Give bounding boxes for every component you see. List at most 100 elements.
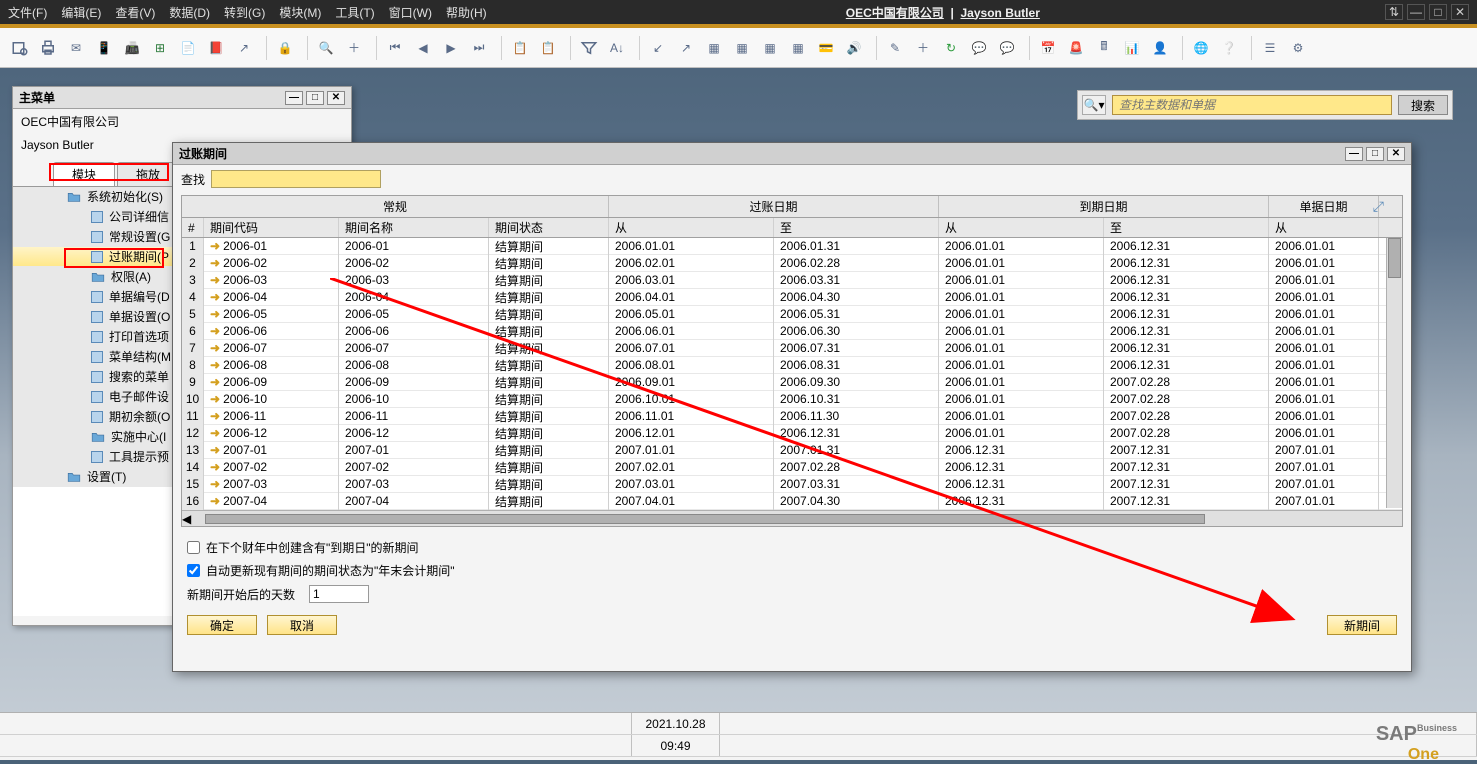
layout-icon[interactable]: ✎ [883,36,907,60]
minimize-icon[interactable]: — [1407,4,1425,20]
col-due-to[interactable]: 至 [1104,218,1269,237]
col-code[interactable]: 期间代码 [204,218,339,237]
col-post-from[interactable]: 从 [609,218,774,237]
find-input[interactable] [211,170,381,188]
col-num[interactable]: # [182,218,204,237]
dialog-minimize-icon[interactable]: — [1345,147,1363,161]
next-icon[interactable]: ▶ [439,36,463,60]
add-icon[interactable]: ＋ [342,36,366,60]
link-arrow-icon[interactable]: ➜ [210,341,220,355]
doc1-icon[interactable]: 📋 [508,36,532,60]
search-input[interactable] [1112,95,1392,115]
cell-code[interactable]: ➜2006-06 [204,322,339,340]
panel-minimize-icon[interactable]: — [285,91,303,105]
tab-dragdrop[interactable]: 拖放 [117,162,179,186]
check-create-next-year[interactable]: 在下个财年中创建含有"到期日"的新期间 [187,539,1397,556]
dialog-maximize-icon[interactable]: □ [1366,147,1384,161]
cell-code[interactable]: ➜2006-02 [204,254,339,272]
word-icon[interactable]: 📄 [176,36,200,60]
new-period-button[interactable]: 新期间 [1327,615,1397,635]
doc2-icon[interactable]: 📋 [536,36,560,60]
alert-icon[interactable]: 🚨 [1064,36,1088,60]
prev-icon[interactable]: ◀ [411,36,435,60]
report4-icon[interactable]: ▦ [786,36,810,60]
link-arrow-icon[interactable]: ➜ [210,443,220,457]
chat2-icon[interactable]: 💬 [995,36,1019,60]
pdf-icon[interactable]: 📕 [204,36,228,60]
table-row[interactable]: 13➜2007-012007-01结算期间2007.01.012007.01.3… [182,442,1402,459]
panel-maximize-icon[interactable]: □ [306,91,324,105]
cell-code[interactable]: ➜2007-02 [204,458,339,476]
table-row[interactable]: 14➜2007-022007-02结算期间2007.02.012007.02.2… [182,459,1402,476]
report2-icon[interactable]: ▦ [730,36,754,60]
report3-icon[interactable]: ▦ [758,36,782,60]
vertical-scrollbar[interactable] [1386,238,1402,508]
menu-goto[interactable]: 转到(G) [224,4,265,21]
sync-icon[interactable]: ⇅ [1385,4,1403,20]
days-input[interactable] [309,585,369,603]
table-row[interactable]: 15➜2007-032007-03结算期间2007.03.012007.03.3… [182,476,1402,493]
preview-icon[interactable] [8,36,32,60]
chat1-icon[interactable]: 💬 [967,36,991,60]
cell-code[interactable]: ➜2006-07 [204,339,339,357]
email-icon[interactable]: ✉ [64,36,88,60]
close-icon[interactable]: ✕ [1451,4,1469,20]
table-row[interactable]: 3➜2006-032006-03结算期间2006.03.012006.03.31… [182,272,1402,289]
launch-icon[interactable]: ↗ [232,36,256,60]
calc-icon[interactable]: 🖩 [1092,36,1116,60]
menu-window[interactable]: 窗口(W) [389,4,432,21]
table-row[interactable]: 1➜2006-012006-01结算期间2006.01.012006.01.31… [182,238,1402,255]
cell-code[interactable]: ➜2006-10 [204,390,339,408]
check-auto-update-status[interactable]: 自动更新现有期间的期间状态为"年末会计期间" [187,562,1397,579]
table-row[interactable]: 8➜2006-082006-08结算期间2006.08.012006.08.31… [182,357,1402,374]
menu-tools[interactable]: 工具(T) [335,4,374,21]
user-icon[interactable]: 👤 [1148,36,1172,60]
excel-icon[interactable]: ⊞ [148,36,172,60]
table-row[interactable]: 5➜2006-052006-05结算期间2006.05.012006.05.31… [182,306,1402,323]
menu-data[interactable]: 数据(D) [169,4,210,21]
col-status[interactable]: 期间状态 [489,218,609,237]
col-post-to[interactable]: 至 [774,218,939,237]
cell-code[interactable]: ➜2006-03 [204,271,339,289]
link-arrow-icon[interactable]: ➜ [210,273,220,287]
search-icon[interactable]: 🔍▾ [1082,95,1106,115]
fax-icon[interactable]: 📠 [120,36,144,60]
ok-button[interactable]: 确定 [187,615,257,635]
search-button[interactable]: 搜索 [1398,95,1448,115]
help-icon[interactable]: ❔ [1217,36,1241,60]
col-due-from[interactable]: 从 [939,218,1104,237]
print-icon[interactable] [36,36,60,60]
sort-icon[interactable]: A↓ [605,36,629,60]
cell-code[interactable]: ➜2006-01 [204,238,339,255]
refresh-icon[interactable]: ↻ [939,36,963,60]
extra1-icon[interactable]: ☰ [1258,36,1282,60]
cell-code[interactable]: ➜2006-12 [204,424,339,442]
payment-icon[interactable]: 💳 [814,36,838,60]
table-row[interactable]: 6➜2006-062006-06结算期间2006.06.012006.06.30… [182,323,1402,340]
table-row[interactable]: 12➜2006-122006-12结算期间2006.12.012006.12.3… [182,425,1402,442]
volume-icon[interactable]: 🔊 [842,36,866,60]
dialog-close-icon[interactable]: ✕ [1387,147,1405,161]
link-arrow-icon[interactable]: ➜ [210,358,220,372]
link-arrow-icon[interactable]: ➜ [210,409,220,423]
tab-modules[interactable]: 模块 [53,162,115,186]
calendar-icon[interactable]: 📅 [1036,36,1060,60]
find-icon[interactable]: 🔍 [314,36,338,60]
panel-close-icon[interactable]: ✕ [327,91,345,105]
table-row[interactable]: 7➜2006-072006-07结算期间2006.07.012006.07.31… [182,340,1402,357]
table-row[interactable]: 16➜2007-042007-04结算期间2007.04.012007.04.3… [182,493,1402,510]
sms-icon[interactable]: 📱 [92,36,116,60]
cell-code[interactable]: ➜2007-01 [204,441,339,459]
chart-icon[interactable]: 📊 [1120,36,1144,60]
table-row[interactable]: 2➜2006-022006-02结算期间2006.02.012006.02.28… [182,255,1402,272]
cell-code[interactable]: ➜2007-03 [204,475,339,493]
table-row[interactable]: 11➜2006-112006-11结算期间2006.11.012006.11.3… [182,408,1402,425]
cell-code[interactable]: ➜2006-11 [204,407,339,425]
table-row[interactable]: 9➜2006-092006-09结算期间2006.09.012006.09.30… [182,374,1402,391]
targetdoc-icon[interactable]: ↗ [674,36,698,60]
link-arrow-icon[interactable]: ➜ [210,290,220,304]
link-arrow-icon[interactable]: ➜ [210,426,220,440]
menu-modules[interactable]: 模块(M) [279,4,321,21]
link-arrow-icon[interactable]: ➜ [210,392,220,406]
link-arrow-icon[interactable]: ➜ [210,460,220,474]
